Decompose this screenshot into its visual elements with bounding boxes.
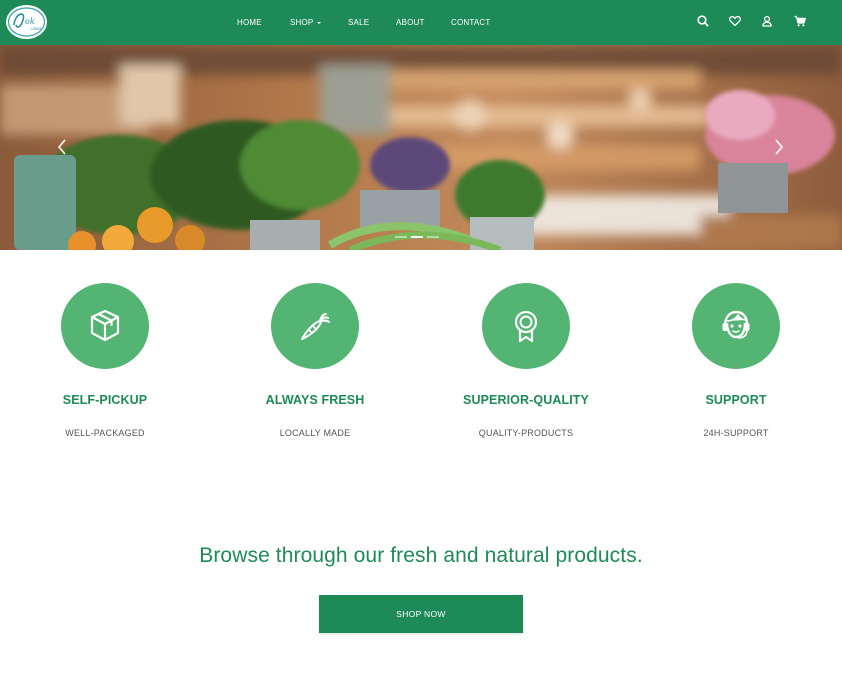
hero-carousel[interactable]	[0, 45, 842, 250]
carousel-indicator[interactable]	[427, 236, 439, 238]
feature-title: SUPERIOR-QUALITY	[463, 393, 589, 407]
search-icon[interactable]	[696, 14, 710, 28]
feature-superior-quality: SUPERIOR-QUALITY QUALITY-PRODUCTS	[426, 283, 626, 438]
feature-title: SELF-PICKUP	[62, 393, 148, 407]
feature-title: ALWAYS FRESH	[265, 393, 365, 407]
caret-down-icon	[317, 21, 322, 24]
feature-icon-circle	[482, 283, 570, 369]
carousel-indicator[interactable]	[395, 236, 407, 238]
browse-heading: Browse through our fresh and natural pro…	[199, 544, 643, 567]
user-icon[interactable]	[760, 14, 774, 28]
svg-text:GRAM: GRAM	[31, 27, 41, 31]
logo-mark: ok GRAM	[7, 7, 46, 37]
feature-always-fresh: ALWAYS FRESH LOCALLY MADE	[215, 283, 415, 438]
brand-logo[interactable]: ok GRAM	[6, 5, 47, 39]
box-icon	[90, 309, 120, 342]
feature-icon-circle	[271, 283, 359, 369]
feature-title: SUPPORT	[705, 393, 767, 407]
nav-contact[interactable]: CONTACT	[451, 18, 490, 27]
support-icon	[722, 310, 750, 339]
feature-icon-circle	[692, 283, 780, 369]
navbar: ok GRAM HOME SHOP SALE ABOUT CONTACT	[0, 0, 842, 45]
hero-image	[0, 45, 842, 250]
feature-subtitle: LOCALLY MADE	[279, 428, 351, 438]
shop-now-button[interactable]: SHOP NOW	[319, 595, 523, 633]
nav-shop[interactable]: SHOP	[290, 18, 322, 27]
feature-self-pickup: SELF-PICKUP WELL-PACKAGED	[5, 283, 205, 438]
nav-shop-label: SHOP	[290, 18, 314, 27]
feature-support: SUPPORT 24H-SUPPORT	[636, 283, 836, 438]
svg-text:ok: ok	[25, 17, 35, 26]
award-icon	[514, 310, 538, 343]
carousel-indicators	[395, 236, 439, 238]
chevron-left-icon[interactable]	[55, 137, 69, 157]
nav-about[interactable]: ABOUT	[396, 18, 425, 27]
feature-subtitle: QUALITY-PRODUCTS	[478, 428, 574, 438]
chevron-right-icon[interactable]	[772, 137, 786, 157]
heart-icon[interactable]	[728, 14, 742, 28]
feature-subtitle: 24H-SUPPORT	[703, 428, 769, 438]
carousel-indicator-active[interactable]	[411, 236, 423, 238]
nav-sale[interactable]: SALE	[348, 18, 369, 27]
carrot-icon	[301, 313, 330, 340]
nav-home[interactable]: HOME	[237, 18, 262, 27]
feature-icon-circle	[61, 283, 149, 369]
feature-subtitle: WELL-PACKAGED	[65, 428, 145, 438]
cart-icon[interactable]	[793, 14, 807, 28]
